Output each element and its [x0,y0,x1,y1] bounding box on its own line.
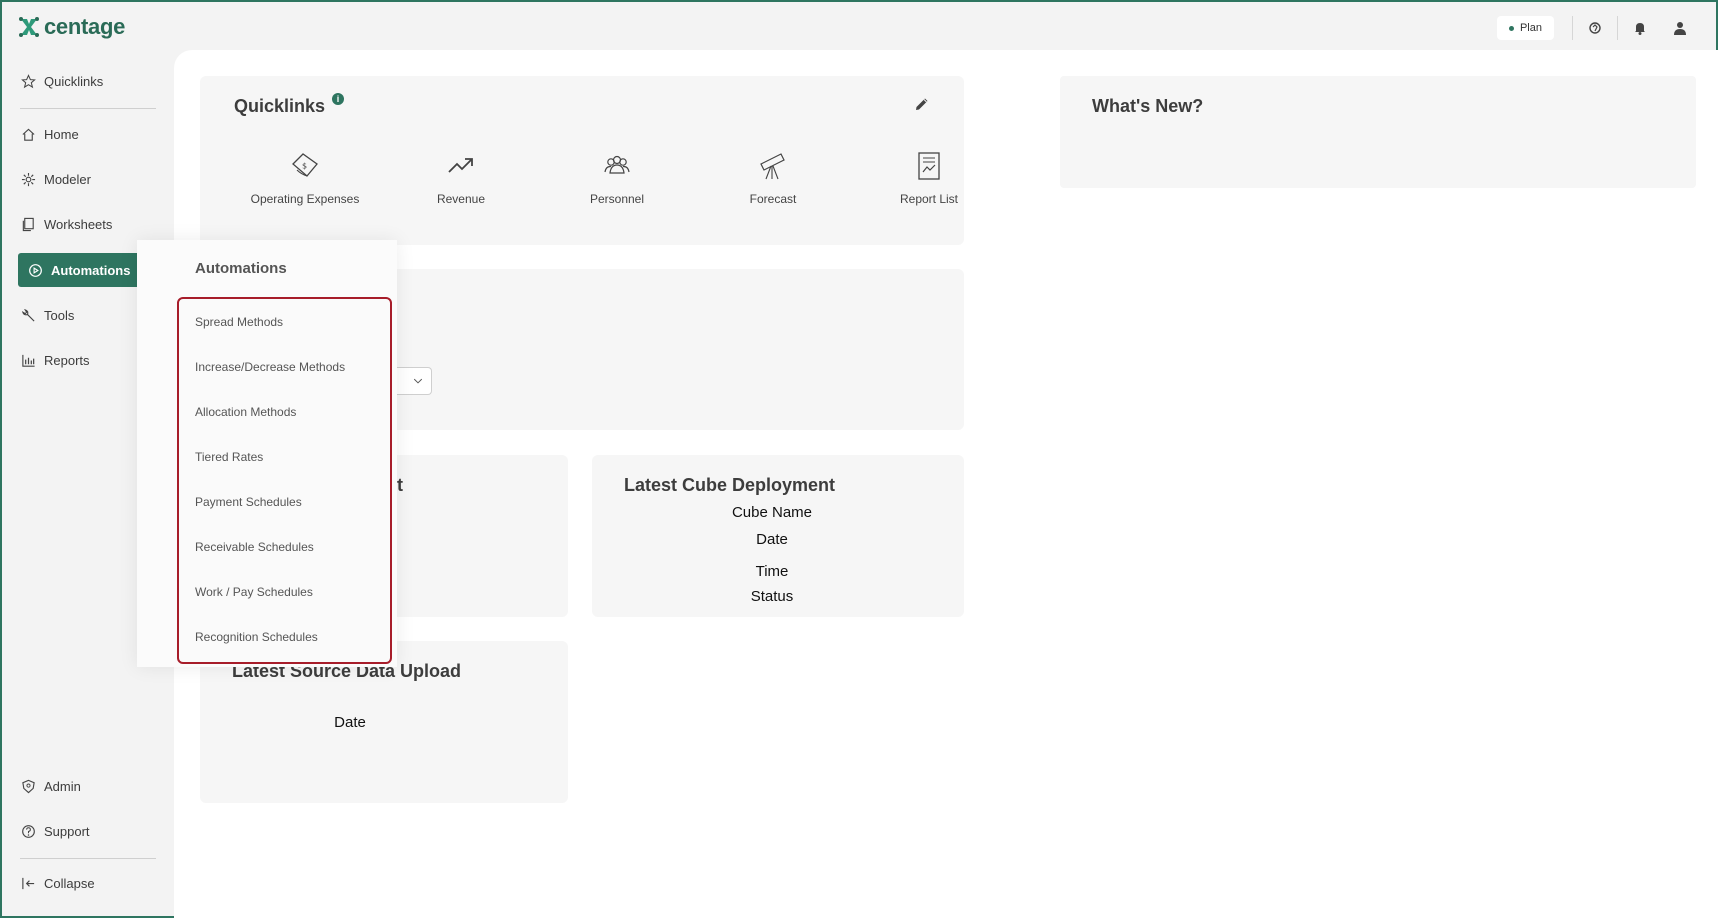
logo-text: centage [44,14,126,39]
sidebar-item-label: Worksheets [44,216,113,232]
quicklink-report-list[interactable]: Report List [859,150,999,206]
sidebar-item-modeler[interactable]: Modeler [18,162,170,196]
sidebar-item-label: Admin [44,778,81,794]
plan-selector[interactable]: Plan [1496,16,1554,40]
pencil-icon[interactable] [914,96,930,112]
date-field: Date [334,714,366,731]
telescope-icon [760,153,785,180]
time-field: Time [755,563,789,580]
sidebar-item-label: Support [44,823,90,839]
collapse-icon [22,877,35,889]
bell-icon[interactable] [1622,14,1658,42]
sidebar-item-label: Tools [44,307,75,323]
sidebar-item-label: Home [44,126,79,142]
sidebar-item-support[interactable]: Support [18,814,170,848]
quicklinks-title: Quicklinks [234,96,326,116]
main-content: Quicklinks i $ Operating Expenses Revenu… [174,50,1718,918]
sidebar-item-home[interactable]: Home [18,117,170,151]
toolbar-divider [1572,16,1573,40]
cube-name-field: Cube Name [731,504,813,521]
report-icon [918,152,940,180]
sidebar-item-worksheets[interactable]: Worksheets [18,207,170,241]
support-chat-icon[interactable] [1577,14,1613,42]
flyout-title: Automations [195,260,287,277]
plan-label: Plan [1519,22,1542,34]
sidebar-item-label: Automations [51,262,131,278]
chart-icon [22,354,35,367]
menu-item-increase-decrease-methods[interactable]: Increase/Decrease Methods [195,360,345,374]
whats-new-title: What's New? [1092,96,1204,116]
quicklink-label: Forecast [749,192,797,206]
top-bar: centage Plan [2,2,1716,50]
toolbar-divider [1617,16,1618,40]
user-icon[interactable] [1662,14,1698,42]
help-icon [22,824,35,838]
whats-new-card: What's New? [1060,76,1696,188]
logo-mark-icon [19,17,39,37]
cube-deployment-title: Latest Cube Deployment [624,475,836,495]
quicklink-forecast[interactable]: Forecast [703,150,843,206]
date-field: Date [756,531,788,548]
sidebar-divider [20,108,156,109]
menu-item-spread-methods[interactable]: Spread Methods [195,315,283,329]
sidebar-item-quicklinks[interactable]: Quicklinks [18,64,170,98]
menu-item-payment-schedules[interactable]: Payment Schedules [195,495,302,509]
automations-icon [29,263,42,277]
people-icon [604,155,630,174]
svg-text:$: $ [302,162,307,171]
modeler-icon [21,172,36,186]
sidebar-divider [20,858,156,859]
menu-item-allocation-methods[interactable]: Allocation Methods [195,405,296,419]
quicklink-label: Operating Expenses [250,192,360,206]
sidebar-item-label: Reports [44,352,90,368]
quicklink-personnel[interactable]: Personnel [547,150,687,206]
plan-status-dot [1508,25,1514,31]
quicklink-label: Personnel [589,192,645,206]
sidebar-item-label: Quicklinks [44,73,104,89]
shield-icon [22,779,35,793]
quicklink-label: Report List [899,192,959,206]
automations-flyout: Automations Spread Methods Increase/Decr… [137,240,397,667]
star-icon [21,73,36,88]
quicklink-label: Revenue [436,192,486,206]
logo[interactable]: centage [18,14,125,40]
menu-item-tiered-rates[interactable]: Tiered Rates [195,450,263,464]
info-icon[interactable]: i [332,93,344,105]
chevron-down-icon [413,378,423,384]
worksheets-icon [22,217,34,231]
sidebar-item-collapse[interactable]: Collapse [18,866,170,900]
quicklink-operating-expenses[interactable]: $ Operating Expenses [235,150,375,206]
quicklinks-card: Quicklinks i $ Operating Expenses Revenu… [200,76,964,245]
menu-item-work-pay-schedules[interactable]: Work / Pay Schedules [195,585,313,599]
wrench-icon [21,308,35,322]
home-icon [22,128,35,141]
menu-item-recognition-schedules[interactable]: Recognition Schedules [195,630,318,644]
cube-deployment-card: Latest Cube Deployment Cube Name Date Ti… [592,455,964,617]
flyout-menu-highlight: Spread Methods Increase/Decrease Methods… [177,297,392,664]
sidebar-item-label: Modeler [44,171,91,187]
status-field: Status [750,588,794,605]
money-icon: $ [292,153,318,177]
quicklink-revenue[interactable]: Revenue [391,150,531,206]
sidebar-item-admin[interactable]: Admin [18,769,170,803]
sidebar-item-label: Collapse [44,875,95,891]
menu-item-receivable-schedules[interactable]: Receivable Schedules [195,540,314,554]
trend-up-icon [448,158,473,173]
